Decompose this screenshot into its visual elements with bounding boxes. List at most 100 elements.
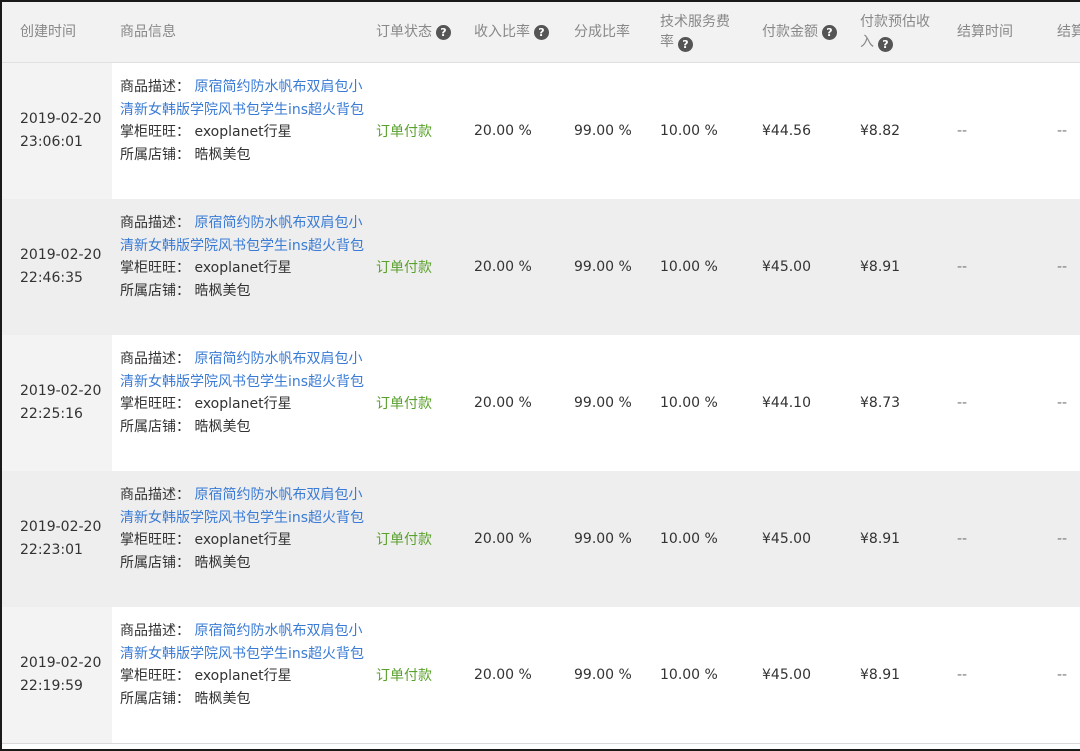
header-goods-info: 商品信息 <box>120 2 176 62</box>
share-rate-cell: 99.00 % <box>574 667 632 683</box>
desc-label: 商品描述： <box>120 215 190 231</box>
settle-more-cell: -- <box>1057 259 1068 275</box>
est-income-cell: ¥8.91 <box>860 259 901 275</box>
income-rate-cell: 20.00 % <box>474 123 532 139</box>
order-time: 22:46:35 <box>20 270 83 286</box>
settle-time-cell: -- <box>957 395 968 411</box>
created-time-cell: 2019-02-20 22:46:35 <box>20 199 101 335</box>
share-rate-cell: 99.00 % <box>574 531 632 547</box>
order-time: 22:23:01 <box>20 542 83 558</box>
question-circle-icon[interactable]: ? <box>436 24 451 40</box>
table-row: 2019-02-20 22:46:35 商品描述： 原宿简约防水帆布双肩包小清新女… <box>2 199 1080 336</box>
service-rate-cell: 10.00 % <box>660 395 718 411</box>
header-order-status-label: 订单状态 <box>376 24 432 40</box>
pay-amount-cell: ¥44.10 <box>762 395 811 411</box>
income-rate-cell: 20.00 % <box>474 395 532 411</box>
created-time-cell: 2019-02-20 22:23:01 <box>20 471 101 607</box>
header-settle-time: 结算时间 <box>957 2 1013 62</box>
settle-time-cell: -- <box>957 259 968 275</box>
shop-label: 所属店铺： <box>120 690 190 707</box>
order-date: 2019-02-20 <box>20 655 102 671</box>
order-date: 2019-02-20 <box>20 247 102 263</box>
question-circle-icon[interactable]: ? <box>534 24 549 40</box>
header-income-rate: 收入比率 ? <box>474 2 549 62</box>
header-settle-more-label: 结算 <box>1057 24 1080 40</box>
table-row: 2019-02-20 22:19:59 商品描述： 原宿简约防水帆布双肩包小清新女… <box>2 607 1080 744</box>
order-time: 22:25:16 <box>20 406 83 422</box>
question-circle-icon[interactable]: ? <box>822 24 837 40</box>
settle-more-cell: -- <box>1057 395 1068 411</box>
question-circle-icon[interactable]: ? <box>678 37 693 52</box>
shop-name: 晧枫美包 <box>194 146 251 163</box>
income-rate-cell: 20.00 % <box>474 531 532 547</box>
share-rate-cell: 99.00 % <box>574 123 632 139</box>
settle-more-cell: -- <box>1057 667 1068 683</box>
shop-label: 所属店铺： <box>120 282 190 299</box>
shop-label: 所属店铺： <box>120 554 190 571</box>
service-rate-cell: 10.00 % <box>660 531 718 547</box>
shop-name: 晧枫美包 <box>194 690 251 707</box>
status-badge: 订单付款 <box>376 124 432 140</box>
header-settle-time-label: 结算时间 <box>957 24 1013 40</box>
header-service-rate-label: 技术服务费率 <box>660 14 730 50</box>
status-badge: 订单付款 <box>376 396 432 412</box>
shop-name: 晧枫美包 <box>194 282 251 299</box>
order-time: 23:06:01 <box>20 134 83 150</box>
goods-info-cell: 商品描述： 原宿简约防水帆布双肩包小清新女韩版学院风书包学生ins超火背包 掌柜… <box>120 76 370 166</box>
status-badge: 订单付款 <box>376 260 432 276</box>
seller-name: exoplanet行星 <box>194 124 292 140</box>
header-created-time-label: 创建时间 <box>20 24 76 40</box>
seller-label: 掌柜旺旺： <box>120 532 190 548</box>
settle-time-cell: -- <box>957 123 968 139</box>
order-time: 22:19:59 <box>20 678 83 694</box>
service-rate-cell: 10.00 % <box>660 667 718 683</box>
question-circle-icon[interactable]: ? <box>878 37 893 52</box>
settle-time-cell: -- <box>957 531 968 547</box>
desc-label: 商品描述： <box>120 487 190 503</box>
order-date: 2019-02-20 <box>20 519 102 535</box>
share-rate-cell: 99.00 % <box>574 259 632 275</box>
table-row: 2019-02-20 23:06:01 商品描述： 原宿简约防水帆布双肩包小清新女… <box>2 63 1080 200</box>
share-rate-cell: 99.00 % <box>574 395 632 411</box>
created-time-cell: 2019-02-20 23:06:01 <box>20 63 101 199</box>
seller-name: exoplanet行星 <box>194 532 292 548</box>
header-share-rate: 分成比率 <box>574 2 630 62</box>
table-row: 2019-02-20 22:25:16 商品描述： 原宿简约防水帆布双肩包小清新女… <box>2 335 1080 472</box>
header-pay-amount: 付款金额 ? <box>762 2 837 62</box>
shop-name: 晧枫美包 <box>194 554 251 571</box>
pay-amount-cell: ¥45.00 <box>762 667 811 683</box>
goods-info-cell: 商品描述： 原宿简约防水帆布双肩包小清新女韩版学院风书包学生ins超火背包 掌柜… <box>120 484 370 574</box>
goods-info-cell: 商品描述： 原宿简约防水帆布双肩包小清新女韩版学院风书包学生ins超火背包 掌柜… <box>120 212 370 302</box>
goods-info-cell: 商品描述： 原宿简约防水帆布双肩包小清新女韩版学院风书包学生ins超火背包 掌柜… <box>120 348 370 438</box>
income-rate-cell: 20.00 % <box>474 667 532 683</box>
seller-name: exoplanet行星 <box>194 668 292 684</box>
created-time-cell: 2019-02-20 22:19:59 <box>20 607 101 743</box>
table-header: 创建时间 商品信息 订单状态 ? 收入比率 ? 分成比率 技术服务费率? 付款金… <box>2 2 1080 63</box>
header-pay-amount-label: 付款金额 <box>762 24 818 40</box>
est-income-cell: ¥8.91 <box>860 531 901 547</box>
header-est-income: 付款预估收入? <box>860 2 940 62</box>
header-created-time[interactable]: 创建时间 <box>20 2 76 62</box>
created-time-cell: 2019-02-20 22:25:16 <box>20 335 101 471</box>
settle-time-cell: -- <box>957 667 968 683</box>
header-est-income-label: 付款预估收入 <box>860 14 930 50</box>
seller-label: 掌柜旺旺： <box>120 668 190 684</box>
header-income-rate-label: 收入比率 <box>474 24 530 40</box>
header-service-rate: 技术服务费率? <box>660 2 740 62</box>
header-share-rate-label: 分成比率 <box>574 24 630 40</box>
shop-name: 晧枫美包 <box>194 418 251 435</box>
seller-name: exoplanet行星 <box>194 396 292 412</box>
pay-amount-cell: ¥45.00 <box>762 259 811 275</box>
status-badge: 订单付款 <box>376 668 432 684</box>
desc-label: 商品描述： <box>120 79 190 95</box>
header-order-status: 订单状态 ? <box>376 2 451 62</box>
status-badge: 订单付款 <box>376 532 432 548</box>
order-date: 2019-02-20 <box>20 111 102 127</box>
est-income-cell: ¥8.82 <box>860 123 901 139</box>
service-rate-cell: 10.00 % <box>660 259 718 275</box>
desc-label: 商品描述： <box>120 351 190 367</box>
orders-table: 创建时间 商品信息 订单状态 ? 收入比率 ? 分成比率 技术服务费率? 付款金… <box>0 0 1080 751</box>
header-settle-more: 结算 <box>1057 2 1080 62</box>
seller-label: 掌柜旺旺： <box>120 396 190 412</box>
desc-label: 商品描述： <box>120 623 190 639</box>
